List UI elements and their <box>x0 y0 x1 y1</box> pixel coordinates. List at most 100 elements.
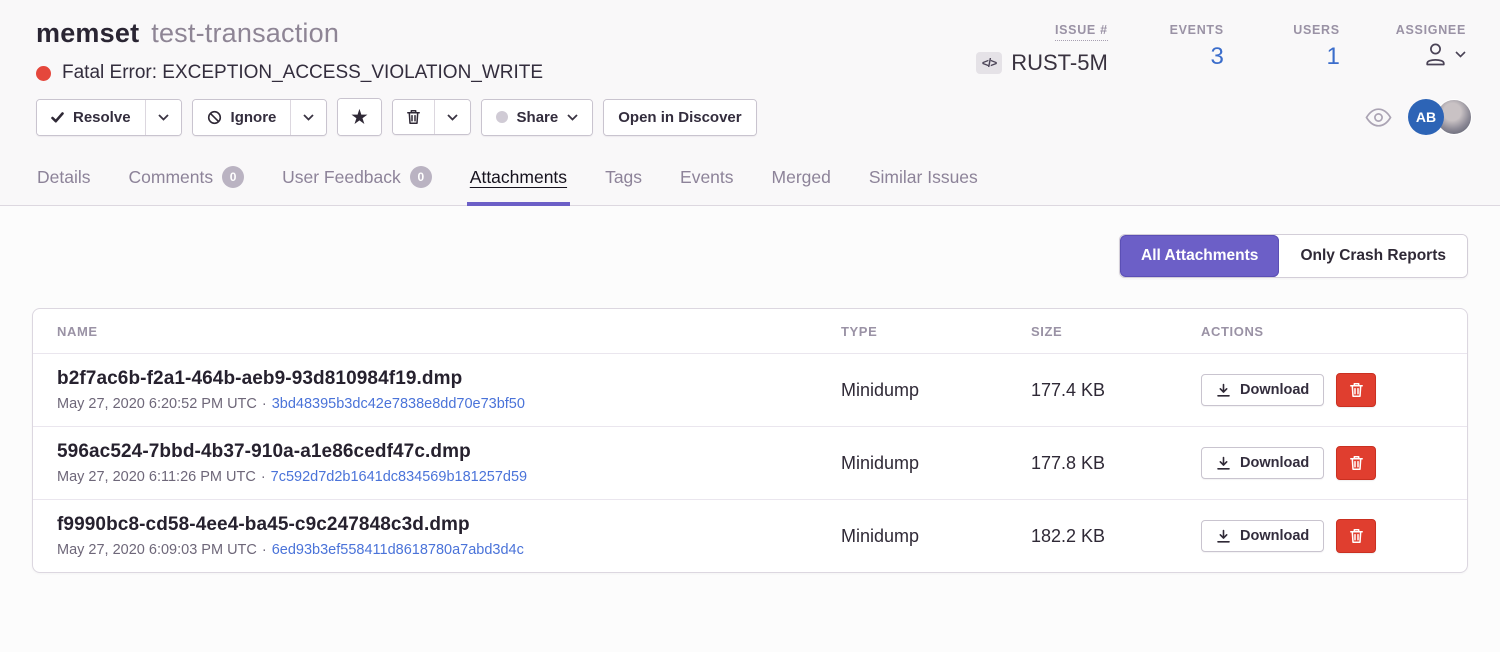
column-header-actions: ACTIONS <box>1201 324 1467 339</box>
attachment-filter-group: All Attachments Only Crash Reports <box>1119 234 1468 278</box>
resolve-button[interactable]: Resolve <box>37 100 145 135</box>
table-row: f9990bc8-cd58-4ee4-ba45-c9c247848c3d.dmp… <box>33 500 1467 572</box>
share-button[interactable]: Share <box>482 100 593 135</box>
participant-avatars: AB <box>1408 99 1472 135</box>
ignore-dropdown-button[interactable] <box>290 100 326 135</box>
tab-tags[interactable]: Tags <box>604 152 643 205</box>
attachment-filename: 596ac524-7bbd-4b37-910a-a1e86cedf47c.dmp <box>57 441 841 463</box>
filter-only-crash-reports-button[interactable]: Only Crash Reports <box>1279 235 1467 277</box>
download-button[interactable]: Download <box>1201 447 1324 479</box>
culprit-function: memset <box>36 18 139 48</box>
person-icon <box>1424 41 1447 67</box>
chevron-down-icon <box>158 114 169 121</box>
stat-users: USERS 1 <box>1280 23 1340 84</box>
attachment-meta: May 27, 2020 6:09:03 PM UTC·6ed93b3ef558… <box>57 542 841 558</box>
delete-attachment-button[interactable] <box>1336 373 1376 407</box>
download-button[interactable]: Download <box>1201 374 1324 406</box>
separator-dot: · <box>261 469 266 485</box>
error-summary: Fatal Error: EXCEPTION_ACCESS_VIOLATION_… <box>36 62 543 84</box>
attachment-size: 182.2 KB <box>1031 526 1201 547</box>
column-header-type: TYPE <box>841 324 1031 339</box>
delete-dropdown-button[interactable] <box>434 100 470 134</box>
delete-attachment-button[interactable] <box>1336 519 1376 553</box>
stat-assignee: ASSIGNEE <box>1396 23 1466 84</box>
tab-user-feedback[interactable]: User Feedback0 <box>281 152 433 205</box>
participant-avatar-initials[interactable]: AB <box>1408 99 1444 135</box>
attachment-meta: May 27, 2020 6:11:26 PM UTC · 7c592d7d2b16… <box>57 469 841 485</box>
attachment-filter-row: All Attachments Only Crash Reports <box>32 234 1468 278</box>
attachment-type: Minidump <box>841 380 1031 401</box>
chevron-down-icon <box>1455 51 1466 58</box>
ignore-button[interactable]: Ignore <box>193 100 291 135</box>
download-label: Download <box>1240 382 1309 398</box>
share-button-group: Share <box>481 99 594 136</box>
table-row: b2f7ac6b-f2a1-464b-aeb9-93d810984f19.dmp… <box>33 354 1467 427</box>
bookmark-button-group: ★ <box>337 98 381 136</box>
issue-title-block: memset test-transaction Fatal Error: EXCE… <box>36 18 543 84</box>
tab-attachments[interactable]: Attachments <box>469 152 568 205</box>
download-label: Download <box>1240 455 1309 471</box>
share-label: Share <box>517 109 559 126</box>
mute-icon <box>207 110 222 125</box>
trash-icon <box>1349 382 1364 398</box>
delete-attachment-button[interactable] <box>1336 446 1376 480</box>
events-label: EVENTS <box>1170 23 1224 37</box>
stat-events: EVENTS 3 <box>1164 23 1224 84</box>
attachment-date: May 27, 2020 6:11:26 PM UTC <box>57 469 256 485</box>
events-count[interactable]: 3 <box>1210 43 1223 71</box>
issue-short-id: RUST-5M <box>1011 50 1108 76</box>
tab-events[interactable]: Events <box>679 152 735 205</box>
discover-label: Open in Discover <box>618 109 741 126</box>
attachment-actions: Download <box>1201 519 1467 553</box>
attachment-date: May 27, 2020 6:09:03 PM UTC <box>57 542 257 558</box>
download-label: Download <box>1240 528 1309 544</box>
ignore-label: Ignore <box>231 109 277 126</box>
issue-header-section: memset test-transaction Fatal Error: EXCE… <box>0 0 1500 206</box>
resolve-dropdown-button[interactable] <box>145 100 181 135</box>
tab-details[interactable]: Details <box>36 152 92 205</box>
issue-number-value[interactable]: </> RUST-5M <box>976 50 1108 76</box>
tab-comments[interactable]: Comments0 <box>128 152 246 205</box>
action-toolbar: Resolve Ignore ★ <box>0 84 1500 148</box>
event-id-link[interactable]: 7c592d7d2b1641dc834569b181257d59 <box>271 469 527 485</box>
attachment-filename: f9990bc8-cd58-4ee4-ba45-c9c247848c3d.dmp <box>57 514 841 536</box>
stat-issue-number: ISSUE # </> RUST-5M <box>976 23 1108 84</box>
delete-button-group <box>392 99 471 135</box>
header-row: memset test-transaction Fatal Error: EXCE… <box>0 0 1500 84</box>
download-icon <box>1216 529 1231 544</box>
tab-similar-issues[interactable]: Similar Issues <box>868 152 979 205</box>
chevron-down-icon <box>447 114 458 121</box>
open-in-discover-button[interactable]: Open in Discover <box>604 100 755 135</box>
subscribe-eye-icon[interactable] <box>1365 108 1392 127</box>
attachment-type: Minidump <box>841 526 1031 547</box>
star-icon: ★ <box>351 108 367 126</box>
assignee-label: ASSIGNEE <box>1396 23 1466 37</box>
attachment-name-cell: 596ac524-7bbd-4b37-910a-a1e86cedf47c.dmp… <box>57 441 841 485</box>
resolve-button-group: Resolve <box>36 99 182 136</box>
users-count[interactable]: 1 <box>1326 43 1339 71</box>
toolbar-right: AB <box>1365 99 1472 135</box>
trash-icon <box>1349 528 1364 544</box>
feedback-count-badge: 0 <box>410 166 432 188</box>
separator-dot: · <box>262 396 267 412</box>
assignee-selector[interactable] <box>1424 41 1466 67</box>
filter-all-attachments-button[interactable]: All Attachments <box>1120 235 1279 277</box>
bookmark-star-button[interactable]: ★ <box>338 99 380 135</box>
attachment-actions: Download <box>1201 373 1467 407</box>
trash-icon <box>1349 455 1364 471</box>
event-id-link[interactable]: 6ed93b3ef558411d8618780a7abd3d4c <box>272 542 524 558</box>
attachments-content: All Attachments Only Crash Reports NAME … <box>0 206 1500 573</box>
event-id-link[interactable]: 3bd48395b3dc42e7838e8dd70e73bf50 <box>272 396 525 412</box>
table-row: 596ac524-7bbd-4b37-910a-a1e86cedf47c.dmp… <box>33 427 1467 500</box>
attachments-table-panel: NAME TYPE SIZE ACTIONS b2f7ac6b-f2a1-464… <box>32 308 1468 573</box>
attachment-size: 177.8 KB <box>1031 453 1201 474</box>
download-button[interactable]: Download <box>1201 520 1324 552</box>
error-message: Fatal Error: EXCEPTION_ACCESS_VIOLATION_… <box>62 62 543 84</box>
attachment-name-cell: b2f7ac6b-f2a1-464b-aeb9-93d810984f19.dmp… <box>57 368 841 412</box>
delete-issue-button[interactable] <box>393 100 434 134</box>
column-header-size: SIZE <box>1031 324 1201 339</box>
trash-icon <box>406 109 421 125</box>
tab-merged[interactable]: Merged <box>771 152 832 205</box>
transaction-name: test-transaction <box>151 18 339 48</box>
attachment-filename: b2f7ac6b-f2a1-464b-aeb9-93d810984f19.dmp <box>57 368 841 390</box>
